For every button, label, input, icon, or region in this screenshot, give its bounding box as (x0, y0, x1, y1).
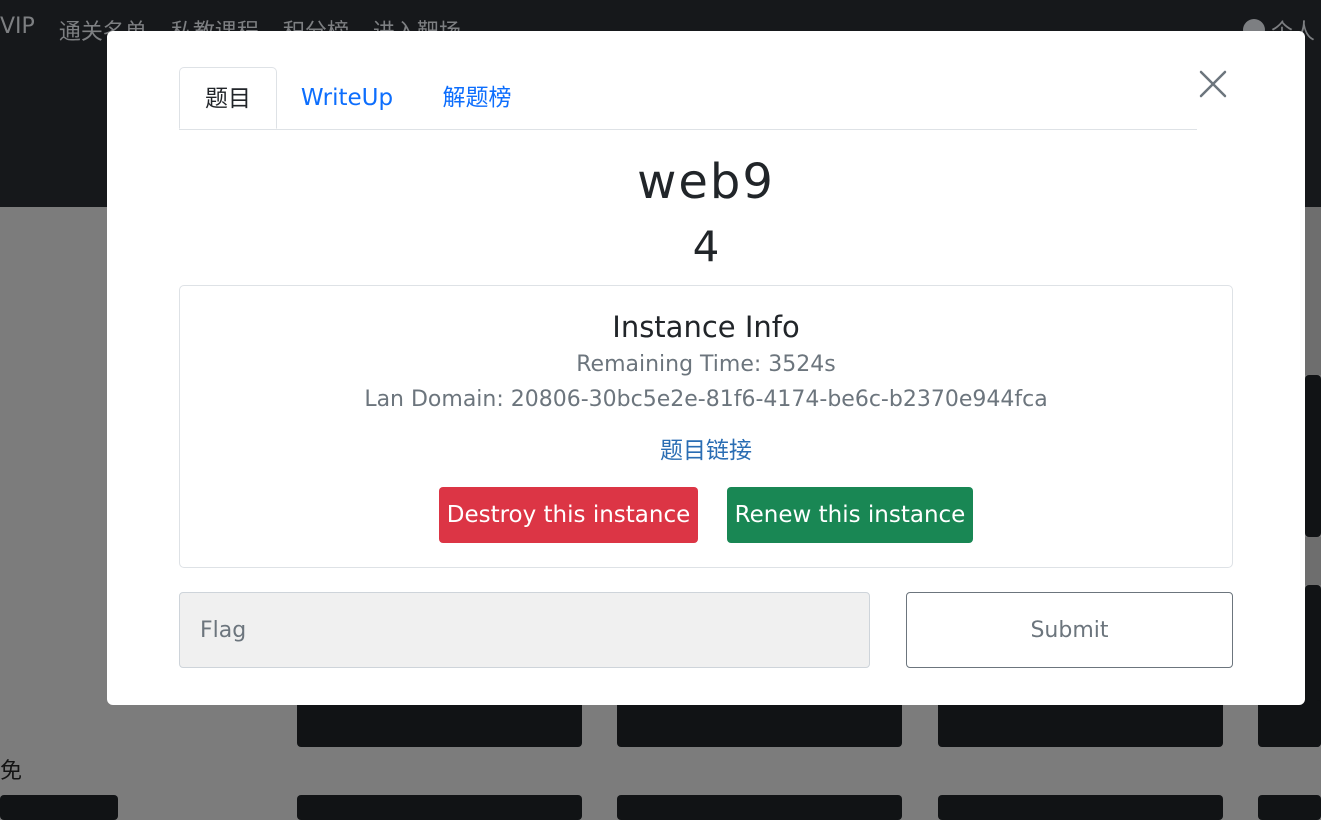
background-card[interactable] (938, 795, 1223, 820)
instance-info-card: Instance Info Remaining Time: 3524s Lan … (179, 285, 1233, 568)
challenge-name: web9 (637, 154, 775, 210)
nav-item-vip[interactable]: VIP (0, 14, 35, 46)
background-card[interactable] (1258, 795, 1321, 820)
background-side-panel (1305, 207, 1321, 375)
challenge-modal: 题目 WriteUp 解题榜 web9 4 Instance Info Rema… (107, 31, 1305, 705)
renew-instance-button[interactable]: Renew this instance (727, 487, 973, 543)
challenge-link[interactable]: 题目链接 (180, 431, 1232, 465)
background-card (1305, 375, 1321, 537)
lan-domain: Lan Domain: 20806-30bc5e2e-81f6-4174-be6… (364, 387, 1048, 412)
background-section-label: 限免 (0, 759, 23, 784)
background-card[interactable] (617, 700, 902, 747)
submit-button[interactable]: Submit (906, 592, 1233, 668)
tab-challenge[interactable]: 题目 (179, 67, 277, 129)
flag-input[interactable] (179, 592, 870, 668)
background-card[interactable] (0, 795, 118, 820)
background-side-panel (1305, 537, 1321, 585)
background-card[interactable] (1258, 700, 1321, 747)
tab-writeup[interactable]: WriteUp (291, 67, 403, 128)
background-card[interactable] (297, 795, 582, 820)
modal-tabs: 题目 WriteUp 解题榜 (179, 67, 1197, 130)
challenge-score: 4 (692, 222, 720, 271)
close-button[interactable] (1198, 69, 1228, 99)
background-card[interactable] (297, 700, 582, 747)
close-icon (1199, 70, 1227, 98)
background-card[interactable] (617, 795, 902, 820)
tab-solves[interactable]: 解题榜 (431, 67, 523, 128)
remaining-time: Remaining Time: 3524s (576, 352, 836, 377)
instance-info-title: Instance Info (612, 310, 800, 344)
destroy-instance-button[interactable]: Destroy this instance (439, 487, 698, 543)
background-card[interactable] (938, 700, 1223, 747)
